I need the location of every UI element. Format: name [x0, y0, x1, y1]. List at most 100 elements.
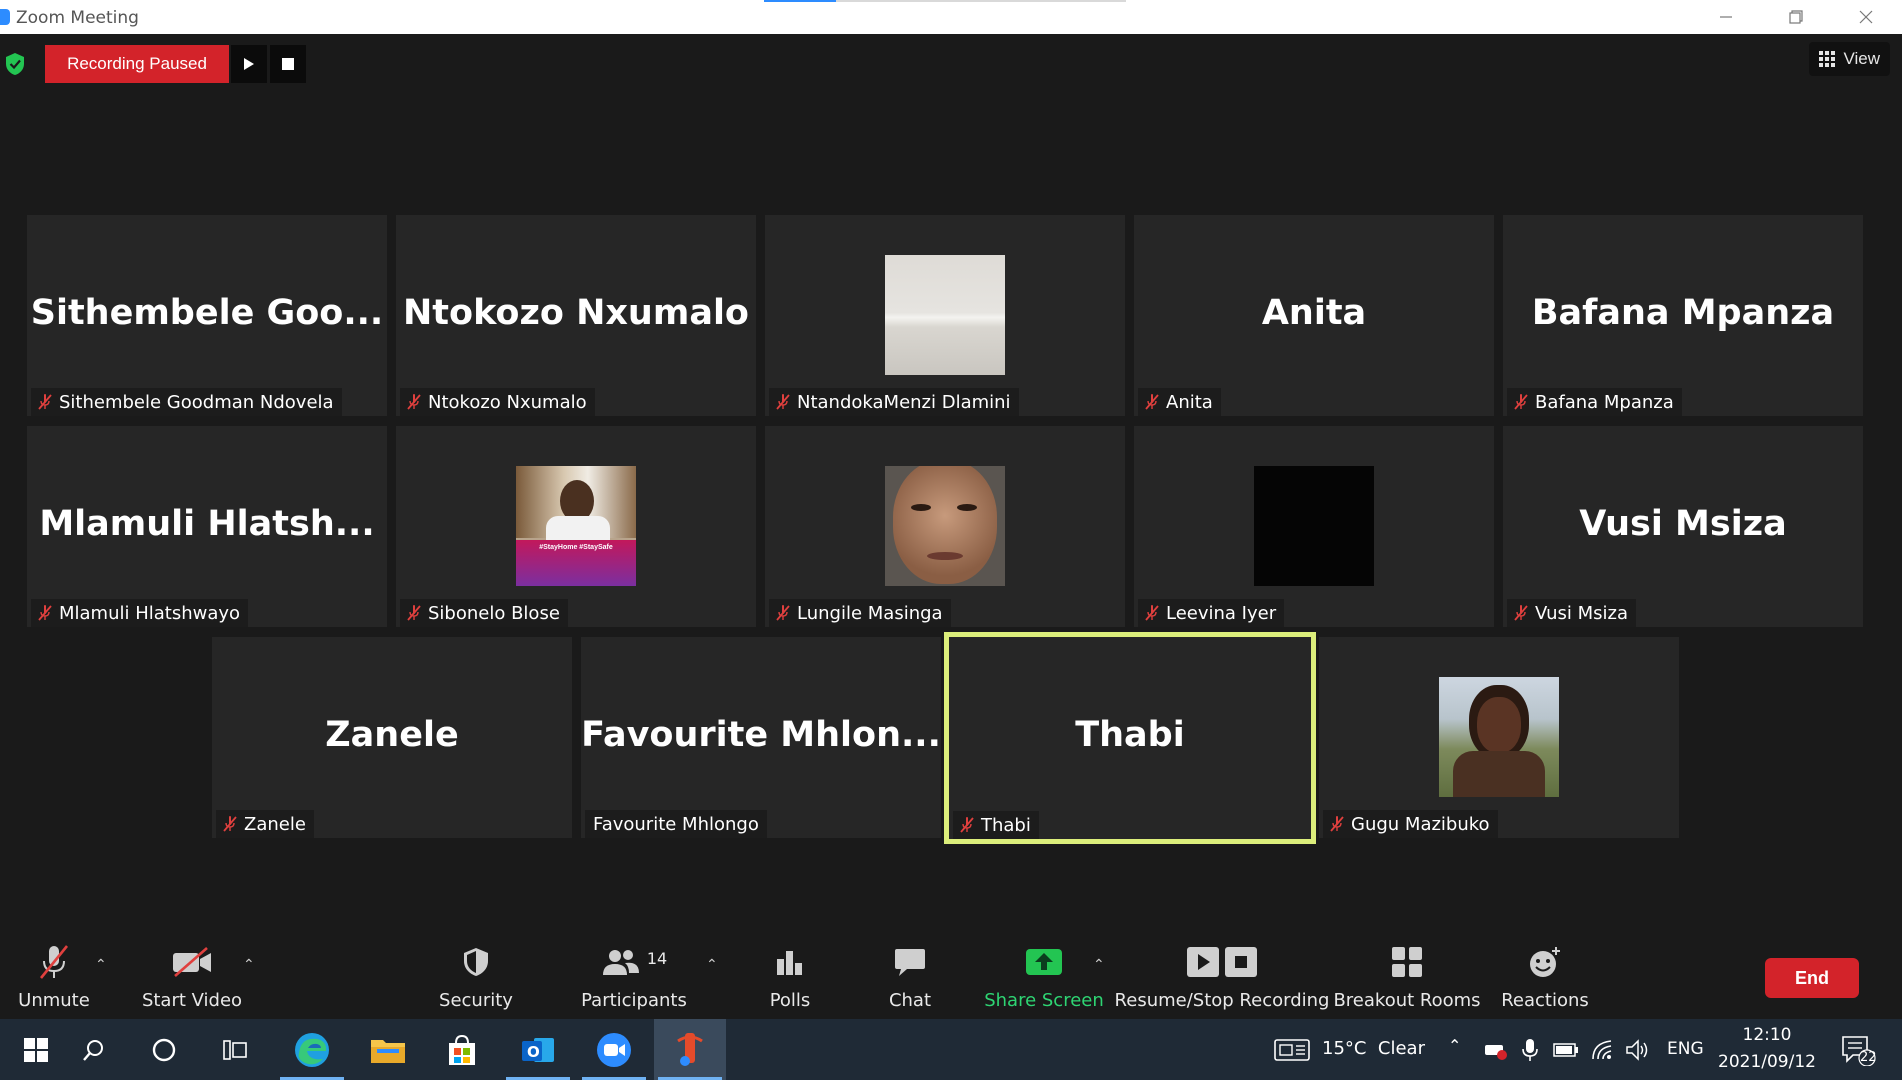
taskbar-file-explorer[interactable] [352, 1019, 424, 1080]
battery-icon[interactable] [1550, 1019, 1582, 1080]
recording-status: Recording Paused [45, 45, 229, 83]
participants-label: Participants [581, 990, 687, 1011]
presentation-app-icon [677, 1032, 703, 1066]
participant-tile[interactable]: Vusi Msiza Vusi Msiza [1503, 426, 1863, 627]
participant-tile[interactable]: #StayHome #StaySafe Sibonelo Blose [396, 426, 756, 627]
participant-name: Lungile Masinga [797, 602, 943, 624]
resume-stop-recording-button[interactable]: Resume/Stop Recording [1115, 936, 1329, 1019]
participant-name: Thabi [981, 814, 1031, 836]
share-options-chevron-icon[interactable]: ⌃ [1093, 956, 1105, 973]
resume-stop-recording-label: Resume/Stop Recording [1114, 990, 1330, 1011]
participants-button[interactable]: 14 Participants [580, 936, 688, 1019]
microphone-tray-icon[interactable] [1514, 1019, 1546, 1080]
participant-photo [885, 255, 1005, 375]
participant-tile[interactable]: Lungile Masinga [765, 426, 1125, 627]
participant-name-label: Vusi Msiza [1507, 599, 1636, 627]
muted-mic-icon [1513, 604, 1529, 622]
chat-icon [895, 949, 925, 976]
chat-button[interactable]: Chat [875, 936, 945, 1019]
audio-options-chevron-icon[interactable]: ⌃ [95, 956, 107, 973]
participant-tile[interactable]: Gugu Mazibuko [1319, 637, 1679, 838]
polls-label: Polls [769, 990, 811, 1011]
polls-button[interactable]: Polls [755, 936, 825, 1019]
share-screen-button[interactable]: Share Screen [984, 936, 1104, 1019]
muted-mic-icon [222, 815, 238, 833]
participant-name: Leevina Iyer [1166, 602, 1277, 624]
view-button[interactable]: View [1809, 42, 1890, 76]
taskbar-edge[interactable] [276, 1019, 348, 1080]
reactions-label: Reactions [1501, 990, 1589, 1011]
participant-tile[interactable]: Zanele Zanele [212, 637, 572, 838]
cortana-button[interactable] [128, 1019, 200, 1080]
clock-time[interactable]: 12:10 [1720, 1025, 1814, 1045]
play-icon [244, 58, 254, 70]
resume-recording-icon [1187, 947, 1219, 977]
volume-icon[interactable] [1622, 1019, 1654, 1080]
cortana-icon [152, 1038, 176, 1061]
taskbar-store[interactable] [426, 1019, 498, 1080]
minimize-icon [1720, 16, 1732, 18]
muted-mic-icon [1513, 393, 1529, 411]
participant-name: Sithembele Goodman Ndovela [59, 391, 334, 413]
participant-tile[interactable]: Anita Anita [1134, 215, 1494, 416]
security-button[interactable]: Security [435, 936, 517, 1019]
participant-tile[interactable]: NtandokaMenzi Dlamini [765, 215, 1125, 416]
end-meeting-button[interactable]: End [1765, 958, 1859, 998]
show-hidden-icons-chevron-icon[interactable]: ⌃ [1448, 1036, 1461, 1055]
video-off-icon [173, 947, 211, 977]
language-indicator[interactable]: ENG [1667, 1039, 1704, 1059]
unmute-button[interactable]: Unmute [14, 936, 94, 1019]
close-button[interactable] [1832, 0, 1900, 34]
active-speaker-tile[interactable]: Thabi Thabi [944, 632, 1316, 844]
stop-recording-icon [1225, 947, 1257, 977]
participant-tile[interactable]: Ntokozo Nxumalo Ntokozo Nxumalo [396, 215, 756, 416]
video-options-chevron-icon[interactable]: ⌃ [243, 956, 255, 973]
muted-mic-icon [406, 393, 422, 411]
participant-display-name: Mlamuli Hlatsh... [39, 504, 375, 544]
action-center-button[interactable]: 22 [1830, 1019, 1886, 1080]
participant-name: Bafana Mpanza [1535, 391, 1674, 413]
taskbar-presentation-app[interactable] [654, 1019, 726, 1080]
participant-tile[interactable]: Favourite Mhlon... Favourite Mhlongo [581, 637, 941, 838]
muted-mic-icon [406, 604, 422, 622]
window-title: Zoom Meeting [16, 8, 139, 28]
wifi-icon[interactable] [1588, 1019, 1620, 1080]
participant-name-label: Gugu Mazibuko [1323, 810, 1498, 838]
weather-icon[interactable] [1268, 1019, 1316, 1080]
resume-recording-button[interactable] [231, 45, 267, 83]
start-video-button[interactable]: Start Video [142, 936, 242, 1019]
participant-name: Favourite Mhlongo [593, 813, 759, 835]
breakout-rooms-button[interactable]: Breakout Rooms [1333, 936, 1481, 1019]
stop-recording-button[interactable] [270, 45, 306, 83]
reactions-button[interactable]: Reactions [1500, 936, 1590, 1019]
muted-mic-icon [959, 816, 975, 834]
encryption-shield-icon[interactable] [4, 52, 26, 76]
participant-display-name: Thabi [1075, 715, 1185, 755]
participants-options-chevron-icon[interactable]: ⌃ [706, 956, 718, 973]
participant-tile[interactable]: Sithembele Goo... Sithembele Goodman Ndo… [27, 215, 387, 416]
search-icon [83, 1039, 103, 1061]
search-button[interactable] [58, 1019, 130, 1080]
store-bag-icon [449, 1034, 475, 1065]
title-bar: Zoom Meeting [0, 0, 1902, 34]
clock-date[interactable]: 2021/09/12 [1714, 1052, 1820, 1072]
participant-tile[interactable]: Leevina Iyer [1134, 426, 1494, 627]
outlook-icon: O [522, 1037, 554, 1062]
close-icon [1859, 10, 1873, 24]
muted-mic-icon [775, 393, 791, 411]
participant-name: Zanele [244, 813, 306, 835]
taskbar-outlook[interactable]: O [502, 1019, 574, 1080]
taskbar-zoom[interactable] [578, 1019, 650, 1080]
chat-label: Chat [888, 990, 932, 1011]
participant-display-name: Bafana Mpanza [1531, 293, 1835, 333]
minimize-button[interactable] [1692, 0, 1760, 34]
zoom-app-icon [0, 9, 10, 25]
participant-tile[interactable]: Mlamuli Hlatsh... Mlamuli Hlatshwayo [27, 426, 387, 627]
restore-button[interactable] [1762, 0, 1830, 34]
participant-tile[interactable]: Bafana Mpanza Bafana Mpanza [1503, 215, 1863, 416]
windows-taskbar: O 15°C Clear ⌃ ENG 12:10 2021/09/12 22 [0, 1019, 1902, 1080]
task-view-button[interactable] [200, 1019, 272, 1080]
weather-text[interactable]: 15°C Clear [1322, 1038, 1425, 1059]
usb-device-icon[interactable] [1478, 1019, 1512, 1080]
zoom-icon [597, 1032, 631, 1067]
